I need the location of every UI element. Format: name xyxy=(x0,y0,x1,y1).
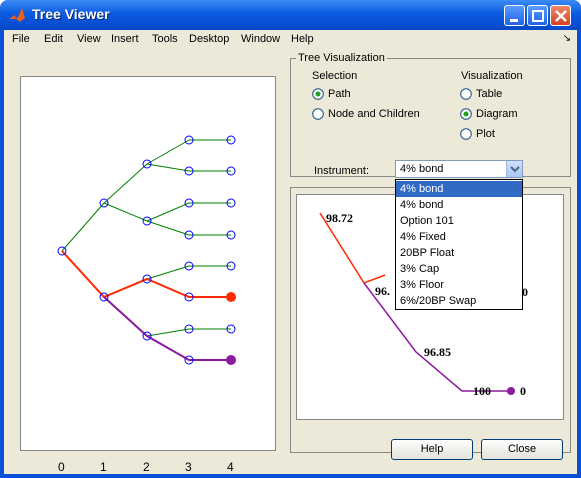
maximize-button[interactable] xyxy=(527,5,548,26)
close-button[interactable]: Close xyxy=(481,439,563,460)
tree-viewer-window: Tree Viewer File Edit View Insert Tools … xyxy=(0,0,581,478)
title-bar: Tree Viewer xyxy=(0,0,581,30)
dropdown-option[interactable]: 6%/20BP Swap xyxy=(396,293,522,309)
diagram-label: 100 xyxy=(473,384,491,398)
help-button[interactable]: Help xyxy=(391,439,473,460)
diagram-label: 98.72 xyxy=(326,211,353,225)
chevron-down-icon xyxy=(510,166,520,173)
dropdown-option[interactable]: 20BP Float xyxy=(396,245,522,261)
diagram-label: 0 xyxy=(520,384,526,398)
instrument-dropdown-list: 4% bond 4% bond Option 101 4% Fixed 20BP… xyxy=(395,179,523,310)
instrument-selected-value: 4% bond xyxy=(400,163,444,175)
close-window-button[interactable] xyxy=(550,5,571,26)
minimize-icon xyxy=(510,19,518,22)
minimize-button[interactable] xyxy=(504,5,525,26)
diagram-node-end xyxy=(507,387,515,395)
dropdown-option[interactable]: 3% Floor xyxy=(396,277,522,293)
dropdown-option[interactable]: Option 101 xyxy=(396,213,522,229)
window-title: Tree Viewer xyxy=(32,6,110,22)
dropdown-option[interactable]: 3% Cap xyxy=(396,261,522,277)
diagram-label: 96. xyxy=(375,284,390,298)
diagram-label: 96.85 xyxy=(424,345,451,359)
dropdown-option[interactable]: 4% Fixed xyxy=(396,229,522,245)
client-area: File Edit View Insert Tools Desktop Wind… xyxy=(4,30,577,474)
maximize-icon xyxy=(532,10,544,22)
dropdown-option[interactable]: 4% bond xyxy=(396,197,522,213)
close-icon xyxy=(555,10,567,22)
instrument-select[interactable]: 4% bond xyxy=(395,160,523,178)
dropdown-option[interactable]: 4% bond xyxy=(396,181,522,197)
matlab-logo-icon xyxy=(9,8,25,22)
dropdown-button[interactable] xyxy=(506,161,522,177)
